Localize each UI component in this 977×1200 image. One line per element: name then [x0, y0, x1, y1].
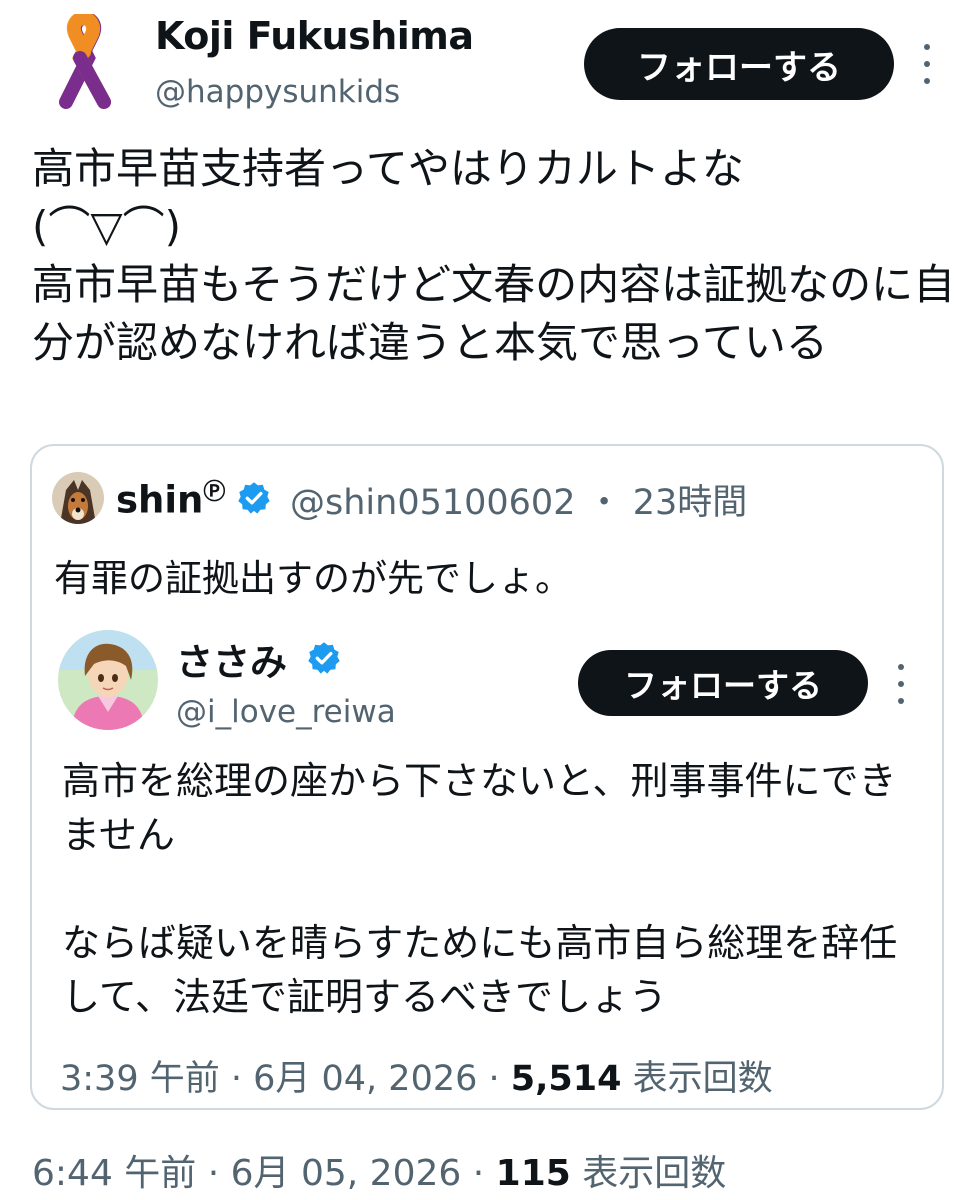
nested-author-name[interactable]: ささみ	[176, 632, 287, 686]
quote-text: 有罪の証拠出すのが先でしょ。	[54, 557, 572, 600]
nested-follow-button[interactable]: フォローする	[578, 650, 868, 716]
nested-views-label: 表示回数	[632, 1059, 773, 1099]
more-options-icon[interactable]	[920, 44, 934, 84]
dog-avatar-icon	[52, 472, 104, 524]
quote-meta: @shin05100602 ・ 23時間	[290, 474, 747, 525]
separator-dot: ·	[196, 1153, 231, 1194]
separator-dot: ·	[219, 1059, 254, 1099]
separator-dot: ·	[461, 1153, 496, 1194]
tweet-meta: 6:44 午前 · 6月 05, 2026 · 115 表示回数	[32, 1144, 726, 1196]
views-label[interactable]: 表示回数	[582, 1153, 726, 1194]
tweet-time[interactable]: 6:44 午前	[32, 1153, 196, 1194]
nested-views-count: 5,514	[510, 1059, 622, 1099]
quote-author-name[interactable]: shinⓅ	[116, 474, 225, 521]
nested-tweet-text: 高市を総理の座から下さないと、刑事事件にできません ならば疑いを晴らすためにも高…	[62, 759, 898, 1019]
nested-author-avatar[interactable]	[58, 630, 158, 730]
author-avatar[interactable]	[36, 10, 132, 110]
more-options-icon[interactable]	[894, 664, 908, 704]
views-count: 115	[495, 1153, 571, 1194]
nested-author-handle[interactable]: @i_love_reiwa	[176, 694, 396, 730]
verified-badge-icon	[236, 480, 272, 516]
verified-badge-icon	[306, 640, 342, 676]
awareness-ribbon-icon	[59, 10, 111, 109]
tweet-text: 高市早苗支持者ってやはりカルトよな (⌒▽⌒) 高市早苗もそうだけど文春の内容は…	[32, 144, 956, 367]
quote-author-avatar[interactable]	[52, 472, 104, 524]
quote-author-handle[interactable]: @shin05100602	[290, 483, 575, 523]
separator-dot: ・	[586, 483, 622, 523]
anime-girl-avatar-icon	[58, 630, 158, 730]
quote-time[interactable]: 23時間	[633, 483, 748, 523]
quote-author-name-suffix: Ⓟ	[203, 480, 226, 505]
quote-author-name-text: shin	[116, 478, 204, 522]
nested-tweet-meta: 3:39 午前 · 6月 04, 2026 · 5,514 表示回数	[60, 1050, 773, 1101]
author-handle[interactable]: @happysunkids	[155, 74, 400, 110]
follow-button[interactable]: フォローする	[584, 28, 894, 100]
tweet-date[interactable]: 6月 05, 2026	[231, 1153, 462, 1194]
nested-time[interactable]: 3:39 午前	[60, 1059, 220, 1099]
author-name[interactable]: Koji Fukushima	[155, 14, 474, 58]
separator-dot: ·	[477, 1059, 511, 1099]
nested-date[interactable]: 6月 04, 2026	[253, 1059, 477, 1099]
